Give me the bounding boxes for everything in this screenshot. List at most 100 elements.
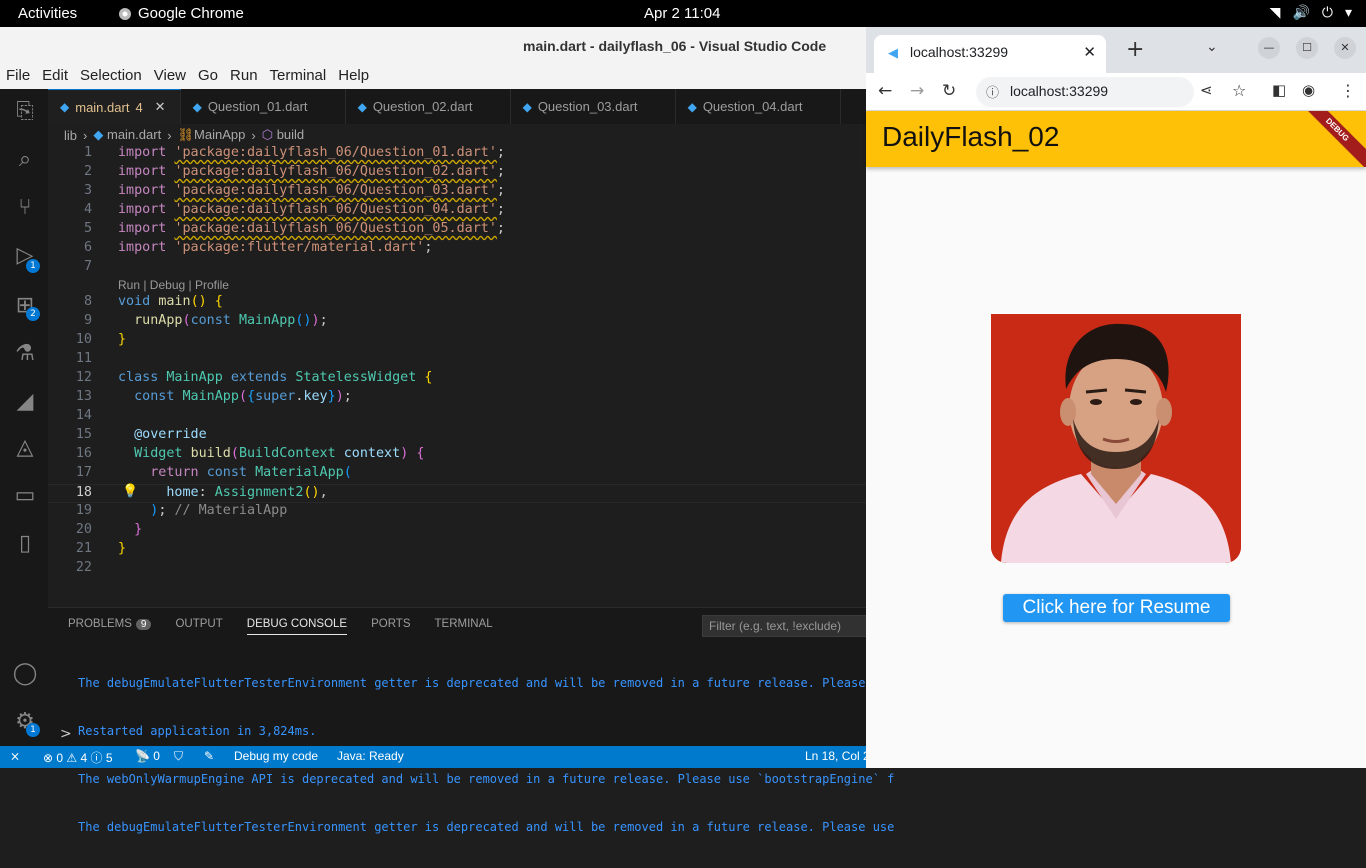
tab-label: main.dart <box>75 99 130 115</box>
console-line: The debugEmulateFlutterTesterEnvironment… <box>78 676 895 690</box>
code-line: 7 <box>83 259 92 274</box>
chrome-toolbar: ← → ↻ ⓘ localhost:33299 ⋖ ☆ ◧ ◉ ⋮ <box>866 73 1366 111</box>
status-problems[interactable]: ⊗ 0 ⚠ 4 ⓘ 5 <box>43 749 113 766</box>
system-top-bar: Activities Google Chrome Apr 2 11:04 ◥ 🔊… <box>0 0 1366 27</box>
chevron-right-icon: › <box>83 127 88 143</box>
code-line: 20 } <box>75 522 143 537</box>
site-info-icon[interactable]: ⓘ <box>986 82 999 101</box>
maximize-button[interactable]: ☐ <box>1296 37 1318 59</box>
tools-icon[interactable]: ✎ <box>204 749 214 763</box>
code-line-current: 18 💡 home: Assignment2(), <box>48 484 866 503</box>
close-window-button[interactable]: ✕ <box>1334 37 1356 59</box>
tab-problem-count: 4 <box>135 99 143 115</box>
breadcrumb-class-label: MainApp <box>194 127 246 142</box>
panel-tab-label: PROBLEMS <box>68 618 132 630</box>
panel-tab-output[interactable]: OUTPUT <box>175 618 222 635</box>
gitlab-icon[interactable]: ◬ <box>12 435 38 461</box>
tab-question-04[interactable]: ◆ Question_04.dart <box>676 89 841 124</box>
code-line: 15 @override <box>75 427 207 442</box>
reload-icon[interactable]: ↻ <box>942 81 956 101</box>
new-tab-button[interactable]: + <box>1126 37 1144 62</box>
status-cursor-position[interactable]: Ln 18, Col 2 <box>805 749 870 763</box>
status-debug-my-code[interactable]: Debug my code <box>234 749 318 763</box>
breadcrumb-file-label: main.dart <box>106 127 162 142</box>
active-app-menu[interactable]: Google Chrome <box>118 5 244 22</box>
search-icon[interactable]: ⌕ <box>12 147 38 173</box>
more-menu-icon[interactable]: ⋮ <box>1340 81 1356 100</box>
minimize-button[interactable]: — <box>1258 37 1280 59</box>
editor-tabs: ◆ main.dart 4 ✕ ◆ Question_01.dart ◆ Que… <box>48 89 866 124</box>
share-icon[interactable]: ⋖ <box>1200 81 1213 99</box>
menu-run[interactable]: Run <box>230 65 264 89</box>
breadcrumb-class[interactable]: ⛓MainApp <box>178 127 246 143</box>
active-app-name: Google Chrome <box>138 5 244 22</box>
menu-file[interactable]: File <box>6 65 36 89</box>
console-line: The debugEmulateFlutterTesterEnvironment… <box>78 820 895 834</box>
testing-icon[interactable]: ⚗ <box>12 341 38 367</box>
code-line: 3 import 'package:dailyflash_06/Question_… <box>83 183 505 198</box>
menu-go[interactable]: Go <box>198 65 224 89</box>
method-symbol-icon: ⬡ <box>261 127 274 142</box>
activities-button[interactable]: Activities <box>18 5 77 22</box>
flutter-favicon-icon: ◀ <box>888 45 898 60</box>
source-control-icon[interactable]: ⑂ <box>12 195 38 221</box>
account-icon[interactable]: ◯ <box>12 661 38 687</box>
resume-button[interactable]: Click here for Resume <box>1003 594 1230 622</box>
tab-search-chevron-icon[interactable]: ⌄ <box>1206 39 1218 55</box>
code-line: 17 return const MaterialApp( <box>75 465 352 480</box>
remote-explorer-icon[interactable]: ▭ <box>12 483 38 509</box>
remote-indicator-icon[interactable]: ⨯ <box>10 749 20 763</box>
profile-photo <box>991 314 1241 563</box>
breadcrumb-lib[interactable]: lib <box>64 128 77 143</box>
menu-view[interactable]: View <box>154 65 192 89</box>
debug-launch-icon[interactable]: ⛉ <box>174 749 183 764</box>
system-tray[interactable]: ◥ 🔊 ⏻ ▾ <box>1270 4 1352 21</box>
panel-tab-ports[interactable]: PORTS <box>371 618 410 635</box>
panel-tab-terminal[interactable]: TERMINAL <box>435 618 493 635</box>
tab-question-01[interactable]: ◆ Question_01.dart <box>181 89 346 124</box>
status-ports[interactable]: 📡 0 <box>135 749 160 763</box>
breadcrumb-file[interactable]: ◆ main.dart <box>93 127 161 143</box>
code-line: 8 void main() { <box>83 294 223 309</box>
flutter-icon[interactable]: ◢ <box>12 389 38 415</box>
browser-tab[interactable]: ◀ localhost:33299 ✕ <box>874 35 1106 73</box>
explorer-icon[interactable]: ⎘ <box>12 99 38 125</box>
tab-question-03[interactable]: ◆ Question_03.dart <box>511 89 676 124</box>
code-editor[interactable]: 1 import 'package:dailyflash_06/Question_… <box>48 145 866 607</box>
console-filter-input[interactable]: Filter (e.g. text, !exclude) <box>702 615 872 637</box>
console-line: Restarted application in 3,824ms. <box>78 724 317 738</box>
debug-banner: DEBUG <box>1293 111 1366 167</box>
clock[interactable]: Apr 2 11:04 <box>644 5 720 22</box>
address-bar[interactable]: ⓘ localhost:33299 <box>976 77 1194 107</box>
bookmark-star-icon[interactable]: ☆ <box>1232 81 1246 100</box>
panel-tab-problems[interactable]: PROBLEMS 9 <box>68 618 152 635</box>
dart-file-icon: ◆ <box>192 99 202 114</box>
window-controls: — ☐ ✕ <box>1258 37 1356 59</box>
breadcrumb-method[interactable]: ⬡ build <box>262 127 304 143</box>
menu-terminal[interactable]: Terminal <box>270 65 333 89</box>
menu-help[interactable]: Help <box>338 65 375 89</box>
back-arrow-icon[interactable]: ← <box>878 81 892 101</box>
console-input-prompt[interactable]: > <box>60 726 72 742</box>
code-line: 22 <box>75 560 92 575</box>
status-java[interactable]: Java: Ready <box>337 749 404 763</box>
class-symbol-icon: ⛓ <box>177 127 195 142</box>
tab-main-dart[interactable]: ◆ main.dart 4 ✕ <box>48 89 181 124</box>
menu-edit[interactable]: Edit <box>42 65 74 89</box>
tab-question-02[interactable]: ◆ Question_02.dart <box>346 89 511 124</box>
dart-file-icon: ◆ <box>522 99 532 114</box>
device-icon[interactable]: ▯ <box>12 531 38 557</box>
close-tab-icon[interactable]: ✕ <box>1083 43 1096 61</box>
profile-avatar-icon[interactable]: ◉ <box>1302 81 1315 99</box>
activity-bar: ⎘ ⌕ ⑂ ▷ 1 ⊞ 2 ⚗ ◢ ◬ ▭ ▯ ◯ ⚙ 1 <box>0 89 48 746</box>
close-icon[interactable]: ✕ <box>155 99 166 115</box>
side-panel-icon[interactable]: ◧ <box>1272 81 1286 99</box>
forward-arrow-icon[interactable]: → <box>910 81 924 101</box>
panel-tab-debug-console[interactable]: DEBUG CONSOLE <box>246 618 348 635</box>
code-line: 21} <box>75 541 127 556</box>
console-line: The webOnlyWarmupEngine API is deprecate… <box>78 772 895 786</box>
codelens-run-debug-profile[interactable]: Run | Debug | Profile <box>118 278 229 292</box>
menu-selection[interactable]: Selection <box>80 65 148 89</box>
code-line: 19 ); // MaterialApp <box>75 503 288 518</box>
dart-file-icon: ◆ <box>60 100 70 114</box>
